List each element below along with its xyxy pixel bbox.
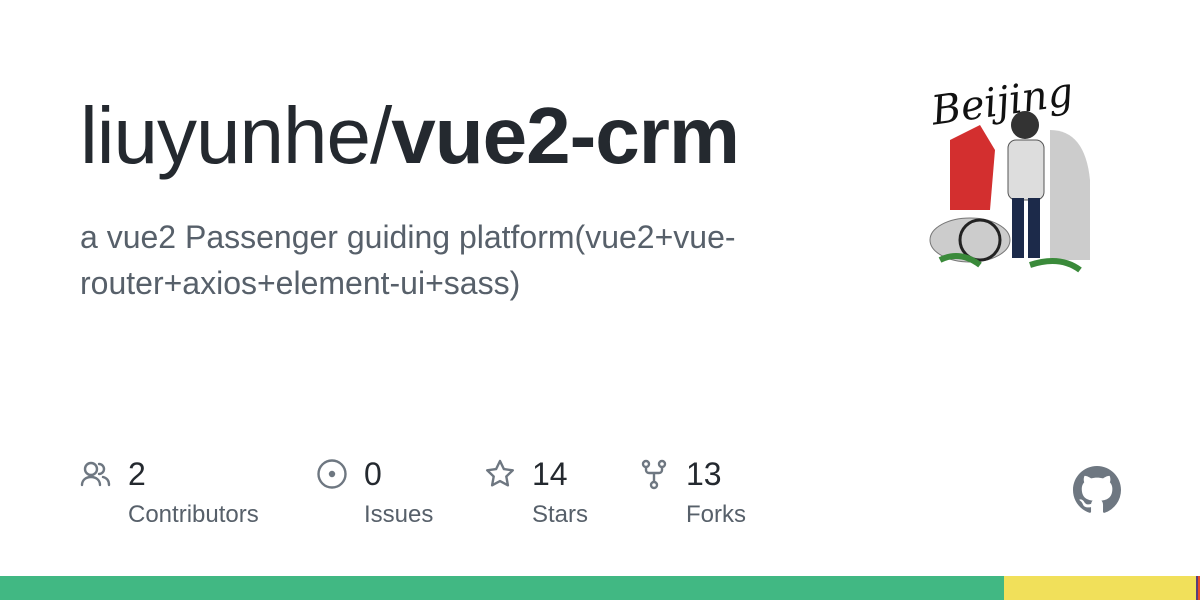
stat-value: 2 (128, 456, 146, 492)
star-icon (486, 459, 514, 487)
fork-icon (641, 459, 667, 490)
repo-social-card: liuyunhe/vue2-crm a vue2 Passenger guidi… (0, 0, 1200, 600)
issue-icon (317, 459, 347, 489)
stat-value: 13 (686, 456, 722, 492)
owner-avatar: Beijing (920, 70, 1120, 280)
language-bar (0, 576, 1200, 600)
stat-label: Forks (686, 501, 746, 528)
stat-label: Issues (364, 501, 434, 528)
github-logo-icon (1073, 466, 1121, 513)
stat-label: Contributors (128, 501, 259, 528)
repo-title[interactable]: liuyunhe/vue2-crm (80, 88, 740, 184)
stat-label: Stars (532, 501, 589, 528)
stat-value: 14 (532, 456, 568, 492)
people-icon (80, 461, 111, 487)
repo-description: a vue2 Passenger guiding platform(vue2+v… (80, 219, 736, 301)
language-segment (1004, 576, 1196, 600)
repo-owner: liuyunhe/ (80, 91, 392, 180)
repo-name: vue2-crm (391, 91, 740, 180)
stat-value: 0 (364, 456, 382, 492)
language-segment (0, 576, 1004, 600)
